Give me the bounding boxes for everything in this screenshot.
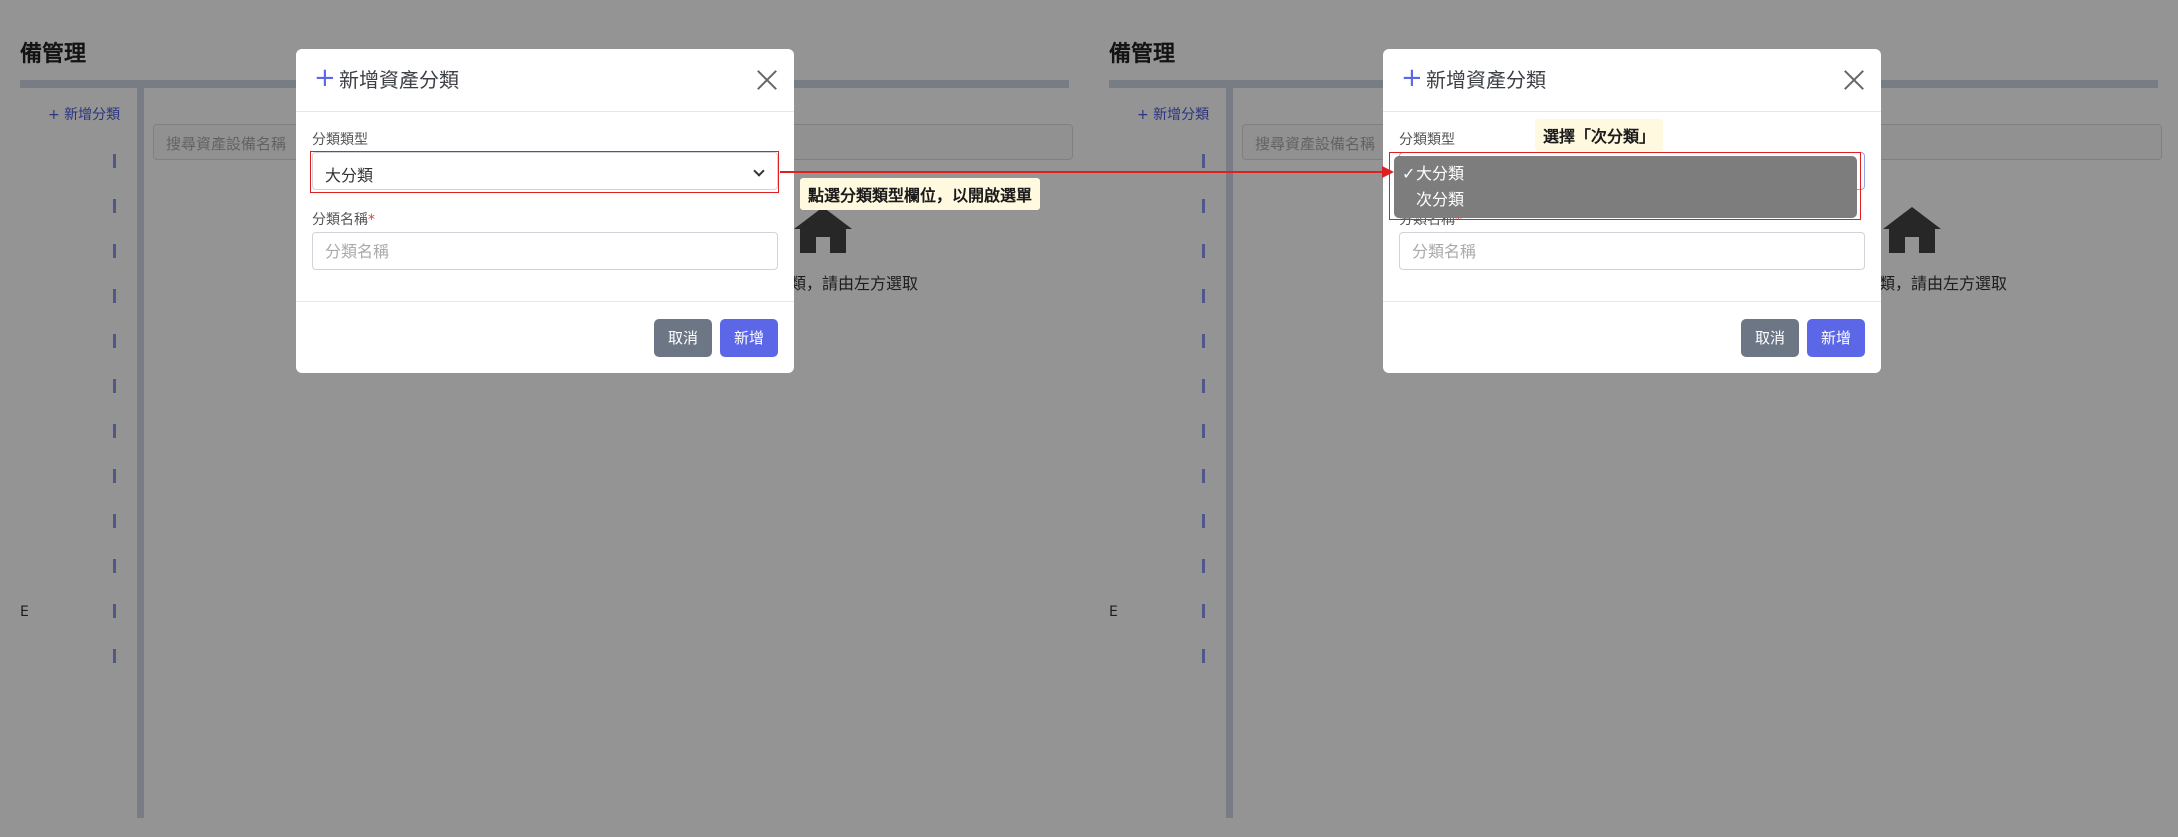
add-category-modal: + 新增資產分類 分類類型 大分類 分類名稱* 取消 新增 [296, 49, 794, 373]
cancel-button[interactable]: 取消 [1741, 319, 1799, 357]
step-panel-right: 備管理 + 新增分類 搜尋資產設備名稱 E 產分類，請由左方選取 + 新增資產分… [1089, 0, 2178, 837]
required-mark: * [368, 212, 375, 228]
close-icon[interactable] [1843, 69, 1865, 91]
modal-header: + 新增資產分類 [1383, 49, 1881, 112]
highlight-select-box [310, 151, 779, 193]
plus-icon: + [1401, 63, 1423, 93]
type-label: 分類類型 [312, 132, 368, 148]
add-button[interactable]: 新增 [720, 319, 778, 357]
callout-step2: 選擇「次分類」 [1535, 119, 1664, 151]
name-label: 分類名稱* [312, 209, 375, 229]
connector-arrow-line [780, 171, 1390, 173]
footer-divider [1383, 301, 1881, 302]
category-name-input[interactable] [1399, 232, 1865, 270]
highlight-dropdown [1389, 152, 1861, 220]
modal-title: 新增資產分類 [339, 68, 459, 92]
category-name-input[interactable] [312, 232, 778, 270]
plus-icon: + [314, 63, 336, 93]
modal-header: + 新增資產分類 [296, 49, 794, 112]
close-icon[interactable] [756, 69, 778, 91]
modal-title: 新增資產分類 [1426, 68, 1546, 92]
callout-step1: 點選分類類型欄位，以開啟選單 [800, 178, 1041, 210]
cancel-button[interactable]: 取消 [654, 319, 712, 357]
step-panel-left: 備管理 + 新增分類 搜尋資產設備名稱 E 產分類，請由左方選取 + 新增資產分… [0, 0, 1089, 837]
name-label-text: 分類名稱 [312, 212, 368, 228]
add-button[interactable]: 新增 [1807, 319, 1865, 357]
footer-divider [296, 301, 794, 302]
type-label: 分類類型 [1399, 132, 1455, 148]
connector-arrow-head [1382, 166, 1394, 178]
